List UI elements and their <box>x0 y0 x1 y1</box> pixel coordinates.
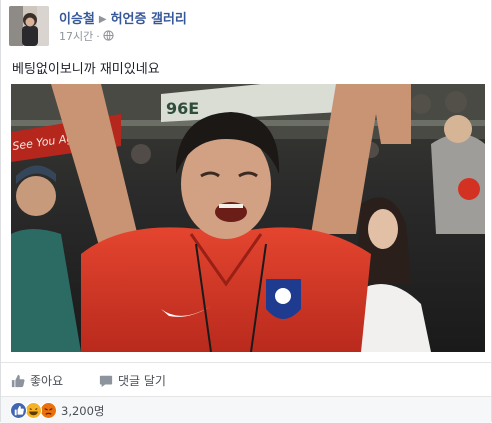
group-name[interactable]: 허언증 갤러리 <box>111 12 187 27</box>
meta-separator: · <box>96 30 100 43</box>
feed-post: 이승철 ▶ 허언증 갤러리 17시간 · 베팅없이보니까 재미있네요 96E S… <box>0 0 492 423</box>
post-photo[interactable]: 96E See You Aga <box>11 84 485 352</box>
comment-label: 댓글 달기 <box>118 374 166 388</box>
angry-reaction-icon <box>40 402 57 419</box>
post-header: 이승철 ▶ 허언증 갤러리 17시간 · <box>9 6 483 46</box>
author-name[interactable]: 이승철 <box>59 12 95 27</box>
stand-sign: 96E <box>166 99 199 118</box>
post-title-line: 이승철 ▶ 허언증 갤러리 <box>59 8 187 27</box>
reaction-count[interactable]: 3,200명 <box>61 403 105 419</box>
post-actions-bar: 좋아요 댓글 달기 <box>1 362 491 397</box>
post-text: 베팅없이보니까 재미있네요 <box>12 62 160 77</box>
author-avatar[interactable] <box>9 6 49 46</box>
post-meta: 17시간 · <box>59 28 114 44</box>
photo-illustration: 96E See You Aga <box>11 84 485 352</box>
like-reaction-icon <box>10 402 27 419</box>
thumbs-up-icon <box>11 374 25 388</box>
comment-button[interactable]: 댓글 달기 <box>99 372 166 389</box>
like-label: 좋아요 <box>30 374 64 388</box>
like-button[interactable]: 좋아요 <box>11 372 63 389</box>
post-timestamp[interactable]: 17시간 <box>59 30 93 43</box>
globe-icon[interactable] <box>103 30 114 44</box>
haha-reaction-icon <box>25 402 42 419</box>
reactions-bar[interactable]: 3,200명 <box>1 396 491 423</box>
comment-icon <box>99 375 113 388</box>
arrow-right-icon: ▶ <box>98 14 107 25</box>
